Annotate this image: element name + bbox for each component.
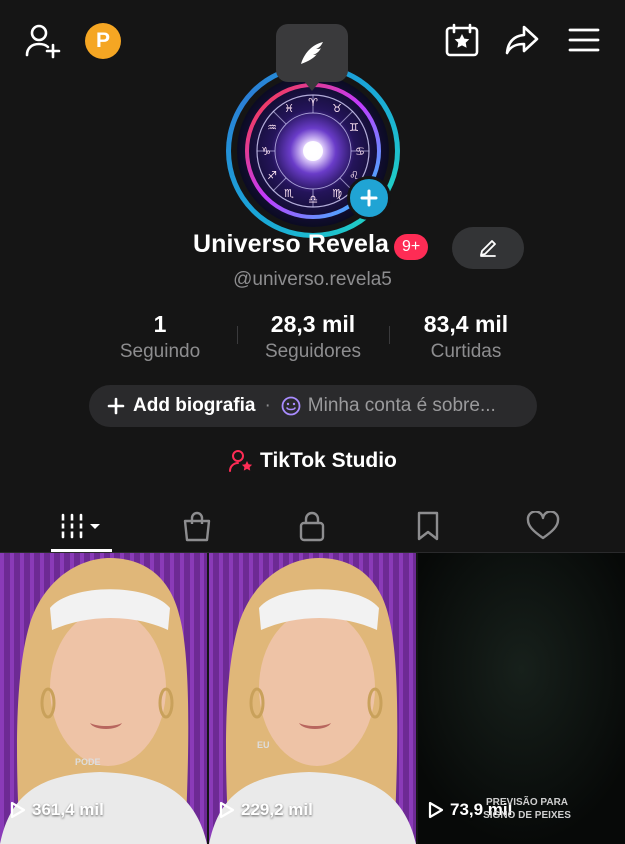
svg-text:♓: ♓ [284,102,294,115]
creator-star-icon [228,449,254,473]
share-icon[interactable] [504,24,540,61]
tab-saved[interactable] [388,500,468,552]
bio-separator: · [264,395,271,416]
view-count-value: 229,2 mil [241,800,313,819]
video-tile[interactable]: EU 229,2 mil [209,553,416,844]
menu-icon[interactable] [568,27,600,58]
svg-text:♉: ♉ [332,102,342,115]
video-caption: PREVISÃO PARA SIGNO DE PEIXES [483,797,571,821]
tab-liked[interactable] [503,500,583,552]
svg-text:♒: ♒ [267,121,277,134]
tab-videos[interactable] [42,500,122,552]
heart-icon [526,511,560,541]
stat-likes[interactable]: 83,4 mil Curtidas [402,311,530,363]
divider [389,326,390,344]
tiktok-studio-link[interactable]: TikTok Studio [228,449,397,473]
svg-text:♋: ♋ [355,145,365,158]
add-bio-button[interactable]: Add biografia · Minha conta é sobre... [89,385,537,427]
play-icon [10,801,26,819]
edit-profile-button[interactable] [452,227,524,269]
view-count: 229,2 mil [219,800,313,820]
status-bubble[interactable] [276,24,348,91]
add-bio-label: Add biografia [133,395,256,416]
play-icon [428,801,444,819]
add-avatar-button[interactable] [347,176,391,220]
svg-text:♐: ♐ [267,169,277,182]
view-count-value: 361,4 mil [32,800,104,819]
pencil-icon [478,238,498,263]
plus-icon [107,397,125,415]
stat-label: Curtidas [430,341,502,362]
add-friend-icon[interactable] [24,22,62,65]
stat-label: Seguindo [119,341,201,362]
play-icon [219,801,235,819]
profile-name: Universo Revela [193,230,390,258]
svg-text:♏: ♏ [284,187,294,200]
svg-text:♍: ♍ [332,187,342,200]
view-count: 361,4 mil [10,800,104,820]
bookmark-icon [415,510,441,542]
stat-label: Seguidores [264,341,362,362]
coin-label: P [95,29,110,52]
divider [237,326,238,344]
svg-text:♈: ♈ [308,96,318,109]
videos-grid-icon [59,512,105,540]
active-tab-indicator [51,549,112,552]
svg-text:♎: ♎ [308,193,318,206]
stat-value: 28,3 mil [270,311,356,337]
overlay-text: EU [257,740,270,750]
studio-label: TikTok Studio [260,449,397,472]
stat-value: 1 [153,311,167,337]
profile-tabs [0,500,625,553]
profile-handle: @universo.revela5 [233,269,392,290]
coin-icon[interactable]: P [85,23,121,59]
tab-private[interactable] [272,500,352,552]
shop-bag-icon [182,510,212,542]
tab-shop[interactable] [157,500,237,552]
svg-text:♊: ♊ [349,121,359,134]
stat-value: 83,4 mil [423,311,509,337]
stat-following[interactable]: 1 Seguindo [100,311,220,363]
smile-icon [281,396,301,416]
svg-text:♑: ♑ [261,145,271,158]
notification-badge: 9+ [394,234,429,260]
stat-followers[interactable]: 28,3 mil Seguidores [248,311,378,363]
lock-icon [298,510,326,542]
overlay-text: PODE [75,757,101,767]
bio-suggestion: Minha conta é sobre... [307,395,496,416]
calendar-star-icon[interactable] [444,22,480,63]
video-tile[interactable]: PODE 361,4 mil [0,553,207,844]
wing-icon [298,40,326,71]
